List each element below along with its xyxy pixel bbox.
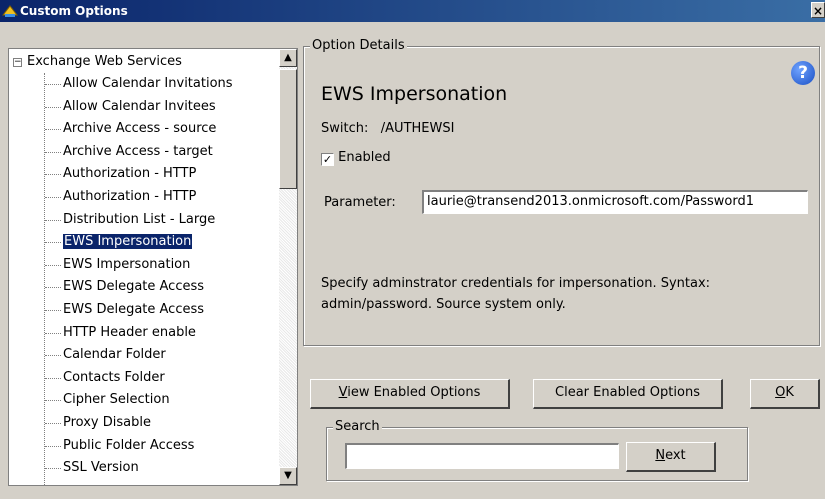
tree-scrollbar[interactable]: ▲ ▼ bbox=[279, 49, 297, 485]
tree-item[interactable]: EWS Delegate Access bbox=[9, 300, 279, 323]
scroll-thumb[interactable] bbox=[279, 69, 297, 189]
option-title: EWS Impersonation bbox=[321, 83, 508, 105]
tree-item[interactable]: Cipher Selection bbox=[9, 390, 279, 413]
tree-item[interactable]: SSL Version bbox=[9, 458, 279, 481]
search-input[interactable] bbox=[345, 443, 619, 469]
title-bar: Custom Options × bbox=[0, 0, 825, 22]
tree-item[interactable]: Archive Access - source bbox=[9, 119, 279, 142]
help-icon[interactable]: ? bbox=[791, 61, 815, 85]
tree-item[interactable]: Contacts Folder bbox=[9, 368, 279, 391]
app-icon bbox=[2, 5, 18, 17]
tree-item[interactable]: Archive Access - target bbox=[9, 142, 279, 165]
tree-item[interactable]: Public Folder Access bbox=[9, 436, 279, 459]
tree-item[interactable]: Proxy Disable bbox=[9, 413, 279, 436]
scroll-up-icon[interactable]: ▲ bbox=[279, 49, 297, 67]
tree-item[interactable]: EWS Delegate Access bbox=[9, 277, 279, 300]
ok-button[interactable]: OK bbox=[750, 379, 820, 409]
close-button[interactable]: × bbox=[811, 2, 825, 18]
enabled-row[interactable]: ✓ Enabled bbox=[321, 150, 391, 166]
tree-items: Allow Calendar Invitations Allow Calenda… bbox=[9, 74, 279, 481]
search-group: Search Next bbox=[326, 419, 748, 481]
switch-label: Switch: bbox=[321, 121, 369, 136]
tree-item[interactable]: EWS Impersonation bbox=[9, 255, 279, 278]
options-tree[interactable]: − Exchange Web Services Allow Calendar I… bbox=[8, 48, 298, 486]
tree-item[interactable]: Calendar Folder bbox=[9, 345, 279, 368]
tree-item[interactable]: Allow Calendar Invitees bbox=[9, 97, 279, 120]
option-details-label: Option Details bbox=[310, 38, 407, 53]
view-enabled-options-button[interactable]: View Enabled Options bbox=[310, 379, 510, 409]
option-details-group: Option Details ? EWS Impersonation Switc… bbox=[303, 38, 820, 346]
tree-item-selected[interactable]: EWS Impersonation bbox=[9, 232, 279, 255]
parameter-label: Parameter: bbox=[324, 195, 396, 210]
window-title: Custom Options bbox=[20, 4, 128, 18]
scroll-down-icon[interactable]: ▼ bbox=[279, 467, 297, 485]
switch-value: /AUTHEWSI bbox=[380, 121, 455, 136]
parameter-input[interactable]: laurie@transend2013.onmicrosoft.com/Pass… bbox=[422, 190, 808, 214]
collapse-icon[interactable]: − bbox=[13, 58, 22, 67]
tree-item[interactable]: Authorization - HTTP bbox=[9, 187, 279, 210]
switch-row: Switch: /AUTHEWSI bbox=[321, 121, 454, 136]
search-label: Search bbox=[333, 419, 382, 434]
tree-item[interactable]: HTTP Header enable bbox=[9, 323, 279, 346]
option-description: Specify adminstrator credentials for imp… bbox=[321, 276, 711, 312]
clear-enabled-options-button[interactable]: Clear Enabled Options bbox=[533, 379, 723, 409]
tree-root-label: Exchange Web Services bbox=[27, 54, 182, 69]
enabled-checkbox[interactable]: ✓ bbox=[321, 153, 334, 166]
next-button[interactable]: Next bbox=[626, 442, 716, 472]
tree-item[interactable]: Distribution List - Large bbox=[9, 210, 279, 233]
tree-item[interactable]: Authorization - HTTP bbox=[9, 164, 279, 187]
enabled-label: Enabled bbox=[338, 150, 391, 165]
tree-item[interactable]: Allow Calendar Invitations bbox=[9, 74, 279, 97]
